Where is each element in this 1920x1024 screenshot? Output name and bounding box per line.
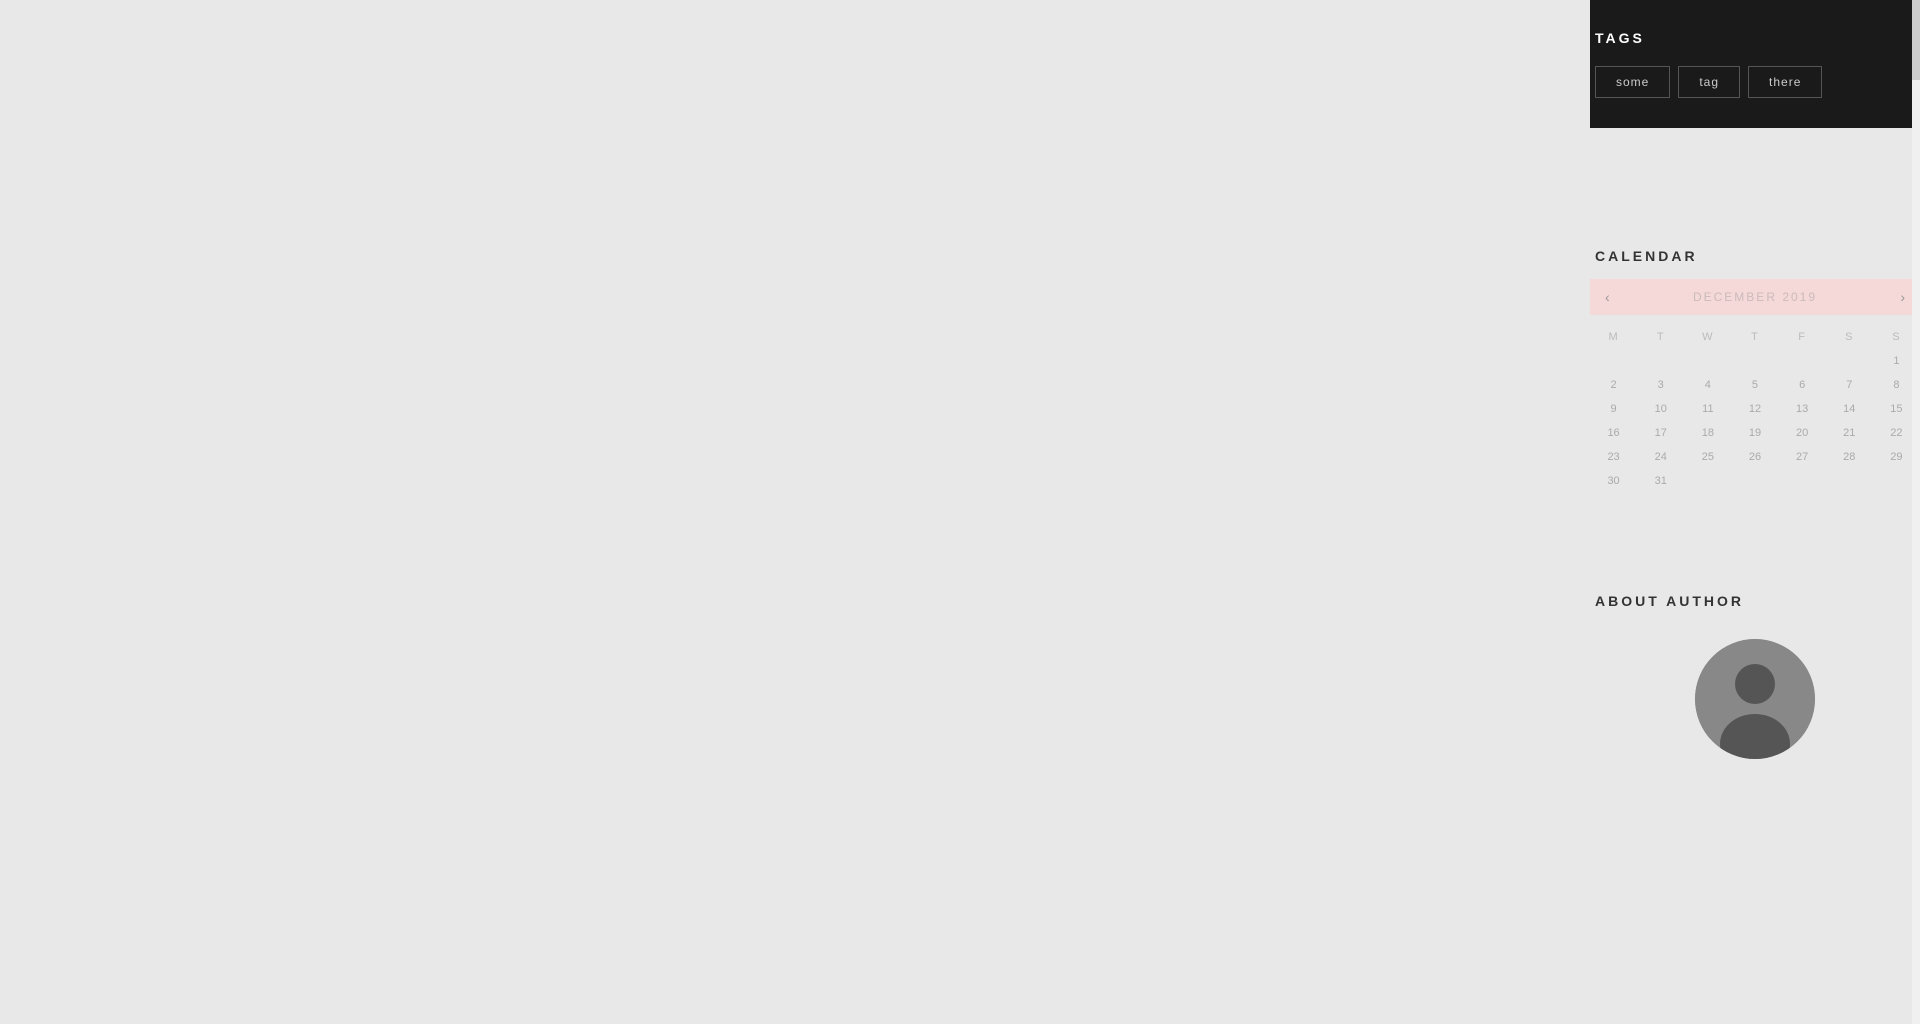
cal-day[interactable]: 24 (1637, 445, 1684, 469)
scrollbar-track[interactable] (1912, 0, 1920, 1024)
spacer-2 (1590, 533, 1920, 593)
cal-day[interactable]: 10 (1637, 397, 1684, 421)
cal-day (1684, 349, 1731, 373)
calendar-week-1: 1 (1590, 349, 1920, 373)
cal-day (1684, 469, 1731, 493)
cal-day (1637, 349, 1684, 373)
cal-day[interactable]: 20 (1779, 421, 1826, 445)
weekday-wed: W (1684, 325, 1731, 349)
cal-day[interactable]: 12 (1731, 397, 1778, 421)
cal-day[interactable]: 2 (1590, 373, 1637, 397)
cal-day[interactable]: 23 (1590, 445, 1637, 469)
cal-day[interactable]: 31 (1637, 469, 1684, 493)
cal-day (1731, 349, 1778, 373)
calendar-week-4: 16 17 18 19 20 21 22 (1590, 421, 1920, 445)
calendar-title: CALENDAR (1590, 248, 1920, 279)
cal-day[interactable]: 6 (1779, 373, 1826, 397)
author-avatar-container (1595, 639, 1915, 759)
weekday-fri: F (1779, 325, 1826, 349)
cal-day[interactable]: 25 (1684, 445, 1731, 469)
weekday-tue: T (1637, 325, 1684, 349)
author-avatar (1695, 639, 1815, 759)
sidebar: TAGS some tag there CALENDAR ‹ December … (1590, 0, 1920, 1024)
calendar-week-2: 2 3 4 5 6 7 8 (1590, 373, 1920, 397)
cal-day[interactable]: 5 (1731, 373, 1778, 397)
cal-day[interactable]: 19 (1731, 421, 1778, 445)
calendar-week-5: 23 24 25 26 27 28 29 (1590, 445, 1920, 469)
cal-day (1826, 349, 1873, 373)
cal-day[interactable]: 9 (1590, 397, 1637, 421)
cal-day[interactable]: 7 (1826, 373, 1873, 397)
cal-day[interactable]: 18 (1684, 421, 1731, 445)
weekday-thu: T (1731, 325, 1778, 349)
scrollbar-thumb[interactable] (1912, 0, 1920, 80)
author-avatar-image (1695, 639, 1815, 759)
cal-day[interactable]: 4 (1684, 373, 1731, 397)
cal-day[interactable]: 30 (1590, 469, 1637, 493)
cal-day[interactable]: 14 (1826, 397, 1873, 421)
calendar-week-6: 30 31 (1590, 469, 1920, 493)
calendar-widget: CALENDAR ‹ December 2019 › M T W T F S S (1590, 248, 1920, 533)
spacer-1 (1590, 128, 1920, 248)
weekday-mon: M (1590, 325, 1637, 349)
cal-day[interactable]: 11 (1684, 397, 1731, 421)
weekday-sat: S (1826, 325, 1873, 349)
calendar-week-3: 9 10 11 12 13 14 15 (1590, 397, 1920, 421)
cal-day (1779, 469, 1826, 493)
tag-item-some[interactable]: some (1595, 66, 1670, 98)
main-content (0, 0, 1590, 1024)
calendar-nav: ‹ December 2019 › (1590, 279, 1920, 315)
cal-day[interactable]: 28 (1826, 445, 1873, 469)
tag-item-there[interactable]: there (1748, 66, 1822, 98)
tags-title: TAGS (1590, 20, 1920, 66)
cal-day (1826, 469, 1873, 493)
tags-container: some tag there (1590, 66, 1920, 98)
about-author-title: ABOUT AUTHOR (1595, 593, 1915, 629)
cal-day[interactable]: 27 (1779, 445, 1826, 469)
tags-widget: TAGS some tag there (1590, 0, 1920, 128)
cal-day (1590, 349, 1637, 373)
calendar-next-button[interactable]: › (1900, 289, 1905, 305)
cal-day[interactable]: 3 (1637, 373, 1684, 397)
cal-day[interactable]: 26 (1731, 445, 1778, 469)
about-author-widget: ABOUT AUTHOR (1590, 593, 1920, 759)
cal-day[interactable]: 21 (1826, 421, 1873, 445)
cal-day[interactable]: 16 (1590, 421, 1637, 445)
calendar-grid: M T W T F S S 1 (1590, 325, 1920, 493)
calendar-header-row: M T W T F S S (1590, 325, 1920, 349)
calendar-month-label: December 2019 (1693, 290, 1817, 304)
cal-day[interactable]: 13 (1779, 397, 1826, 421)
calendar-prev-button[interactable]: ‹ (1605, 289, 1610, 305)
cal-day (1779, 349, 1826, 373)
tag-item-tag[interactable]: tag (1678, 66, 1740, 98)
cal-day (1731, 469, 1778, 493)
cal-day[interactable]: 17 (1637, 421, 1684, 445)
calendar-body: 1 2 3 4 5 6 7 8 9 10 11 12 13 14 (1590, 349, 1920, 493)
